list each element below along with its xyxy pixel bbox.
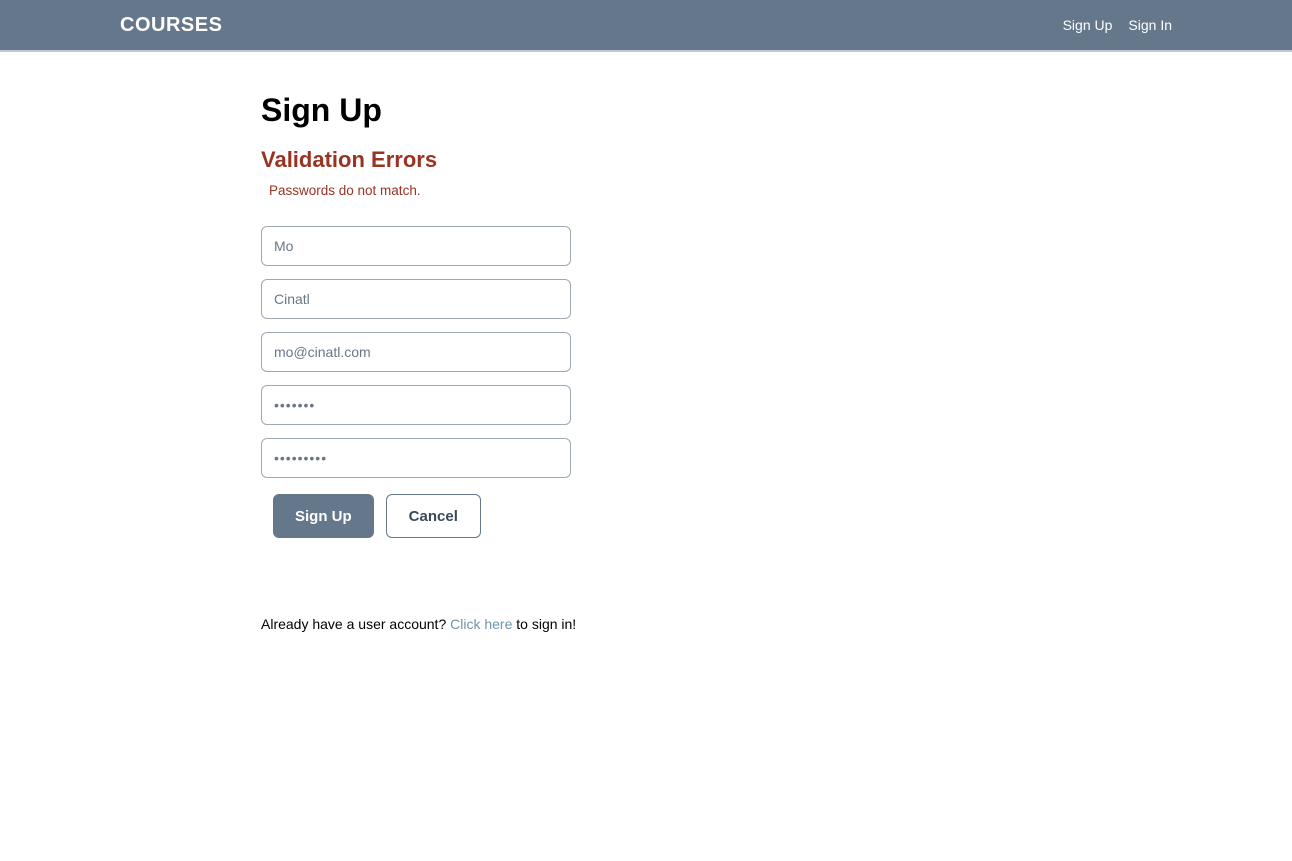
button-row: Sign Up Cancel bbox=[261, 494, 1031, 538]
password-input[interactable] bbox=[261, 385, 571, 425]
brand-logo[interactable]: COURSES bbox=[120, 14, 222, 37]
confirm-password-field bbox=[261, 438, 1031, 478]
signin-prompt-prefix: Already have a user account? bbox=[261, 616, 450, 632]
main-content: Sign Up Validation Errors Passwords do n… bbox=[261, 52, 1031, 632]
password-field bbox=[261, 385, 1031, 425]
validation-error-item: Passwords do not match. bbox=[269, 183, 1031, 198]
first-name-field bbox=[261, 226, 1031, 266]
header-nav: Sign Up Sign In bbox=[1063, 17, 1172, 33]
nav-signin-link[interactable]: Sign In bbox=[1128, 17, 1172, 33]
signin-link[interactable]: Click here bbox=[450, 616, 512, 632]
signup-button[interactable]: Sign Up bbox=[273, 494, 374, 538]
nav-signup-link[interactable]: Sign Up bbox=[1063, 17, 1113, 33]
app-header: COURSES Sign Up Sign In bbox=[0, 0, 1292, 52]
signin-prompt: Already have a user account? Click here … bbox=[261, 616, 1031, 632]
validation-errors-heading: Validation Errors bbox=[261, 147, 1031, 173]
first-name-input[interactable] bbox=[261, 226, 571, 266]
signin-prompt-suffix: to sign in! bbox=[512, 616, 576, 632]
email-input[interactable] bbox=[261, 332, 571, 372]
email-field bbox=[261, 332, 1031, 372]
validation-errors-list: Passwords do not match. bbox=[261, 183, 1031, 198]
last-name-field bbox=[261, 279, 1031, 319]
confirm-password-input[interactable] bbox=[261, 438, 571, 478]
signup-form: Sign Up Cancel bbox=[261, 226, 1031, 538]
cancel-button[interactable]: Cancel bbox=[386, 494, 481, 538]
last-name-input[interactable] bbox=[261, 279, 571, 319]
page-title: Sign Up bbox=[261, 92, 1031, 129]
